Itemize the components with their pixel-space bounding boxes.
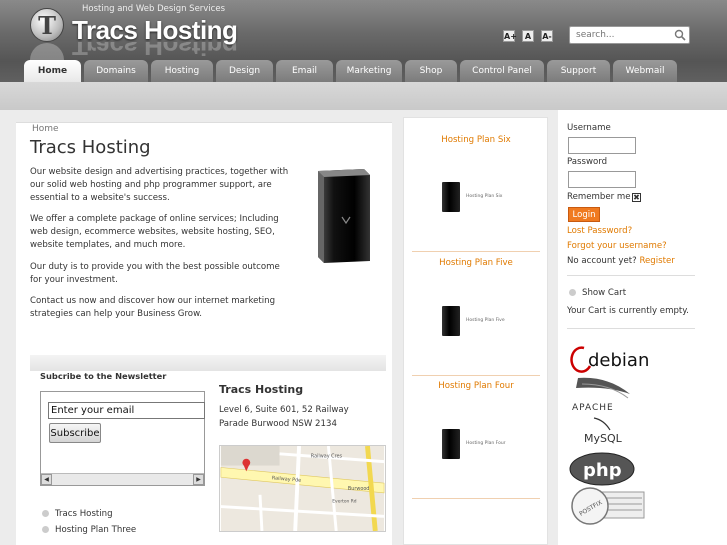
login-button[interactable]: Login: [568, 207, 600, 222]
password-input[interactable]: [568, 171, 636, 188]
intro-paragraph-1: Our website design and advertising pract…: [30, 167, 289, 203]
tab-home[interactable]: Home: [24, 60, 81, 82]
bullet-icon: [42, 526, 49, 533]
newsletter-email-input[interactable]: [48, 402, 205, 419]
password-label: Password: [567, 157, 608, 167]
map-street-label: Everton Rd: [332, 499, 356, 505]
server-icon: [442, 182, 460, 212]
subscribe-button[interactable]: Subscribe: [49, 423, 101, 443]
tab-marketing[interactable]: Marketing: [336, 60, 402, 82]
newsletter-scrollbar[interactable]: ◀ ▶: [41, 473, 204, 485]
svg-text:php: php: [583, 460, 622, 481]
sidebar-divider: [567, 275, 695, 276]
bullet-icon: [569, 289, 576, 296]
remember-me-checkbox[interactable]: ✖: [632, 193, 641, 202]
intro-paragraph-2: We offer a complete package of online se…: [30, 214, 279, 250]
tab-hosting[interactable]: Hosting: [151, 60, 213, 82]
sidebar-divider: [567, 328, 695, 329]
sub-navigation-bar: [0, 82, 727, 110]
plan-five: Hosting Plan Five: [412, 258, 540, 268]
svg-text:APACHE: APACHE: [572, 403, 614, 412]
forgot-username-link[interactable]: Forgot your username?: [567, 241, 667, 251]
map-street-label: Railway Cres: [311, 454, 343, 460]
font-decrease-button[interactable]: A-: [541, 30, 553, 42]
plan-five-link[interactable]: Hosting Plan Five: [412, 258, 540, 268]
font-reset-button[interactable]: A: [522, 30, 534, 42]
tab-design[interactable]: Design: [216, 60, 273, 82]
apache-logo: APACHE: [572, 377, 630, 412]
postfix-logo: POSTFIX: [571, 487, 645, 525]
font-increase-button[interactable]: A+: [503, 30, 517, 42]
site-tagline: Hosting and Web Design Services: [82, 4, 226, 14]
plan-separator: [412, 251, 540, 252]
plan-four-link[interactable]: Hosting Plan Four: [412, 381, 540, 391]
tab-shop[interactable]: Shop: [405, 60, 457, 82]
section-divider: [30, 355, 386, 371]
no-account-text: No account yet? Register: [567, 256, 675, 266]
sidebar-right: Username Password Remember me ✖ Login Lo…: [558, 110, 727, 545]
show-cart-link[interactable]: Show Cart: [569, 288, 626, 298]
cart-status: Your Cart is currently empty.: [567, 306, 689, 316]
bullet-icon: [42, 510, 49, 517]
username-label: Username: [567, 123, 611, 133]
logo-reflection: [30, 43, 64, 61]
list-item-tracs-hosting[interactable]: Tracs Hosting: [42, 509, 113, 519]
plan-six-link[interactable]: Hosting Plan Six: [412, 135, 540, 145]
lost-password-link[interactable]: Lost Password?: [567, 226, 632, 236]
site-header: T Hosting and Web Design Services Tracs …: [0, 0, 727, 82]
search-icon[interactable]: [674, 29, 686, 41]
logo-icon[interactable]: T: [30, 8, 64, 42]
newsletter-title: Subcribe to the Newsletter: [40, 371, 167, 381]
register-link[interactable]: Register: [639, 256, 674, 266]
address-text: Level 6, Suite 601, 52 Railway Parade Bu…: [219, 405, 349, 429]
site-brand-reflection: Tracs Hosting: [72, 42, 238, 60]
list-item-hosting-plan-three[interactable]: Hosting Plan Three: [42, 525, 136, 535]
svg-text:MySQL: MySQL: [584, 432, 623, 445]
map-street-label: Burwood: [348, 486, 370, 492]
scroll-right-icon[interactable]: ▶: [193, 474, 204, 485]
plan-five-image[interactable]: Hosting Plan Five: [442, 306, 512, 342]
plan-separator: [412, 375, 540, 376]
intro-paragraph-4: Contact us now and discover how our inte…: [30, 296, 276, 319]
plan-separator: [412, 498, 540, 499]
intro-paragraph-3: Our duty is to provide you with the best…: [30, 262, 280, 285]
newsletter-box: Subscribe ◀ ▶: [40, 391, 205, 486]
scroll-left-icon[interactable]: ◀: [41, 474, 52, 485]
tab-support[interactable]: Support: [547, 60, 610, 82]
plan-six: Hosting Plan Six: [412, 135, 540, 145]
plan-four: Hosting Plan Four: [412, 381, 540, 391]
username-input[interactable]: [568, 137, 636, 154]
tab-webmail[interactable]: Webmail: [613, 60, 677, 82]
tab-control-panel[interactable]: Control Panel: [460, 60, 544, 82]
breadcrumb[interactable]: Home: [32, 124, 59, 134]
server-icon: [442, 429, 460, 459]
plan-four-image[interactable]: Hosting Plan Four: [442, 429, 512, 465]
tab-email[interactable]: Email: [276, 60, 333, 82]
svg-text:debian: debian: [588, 350, 648, 371]
search-box: [569, 26, 690, 44]
remember-me-label: Remember me: [567, 192, 631, 202]
mysql-logo: MySQL: [584, 417, 623, 445]
main-content: Home Tracs Hosting Our website design an…: [16, 122, 392, 545]
hosting-plans-column: Hosting Plan Six Hosting Plan Six Hostin…: [403, 117, 548, 545]
address-title: Tracs Hosting: [219, 383, 304, 396]
location-map[interactable]: Railway Cres Railway Pde Burwood Everton…: [219, 445, 386, 532]
tab-domains[interactable]: Domains: [84, 60, 148, 82]
server-image: [318, 169, 370, 263]
plan-six-image[interactable]: Hosting Plan Six: [442, 182, 512, 218]
search-input[interactable]: [570, 27, 670, 43]
page-title: Tracs Hosting: [30, 137, 151, 158]
php-logo: php: [569, 452, 635, 486]
server-icon: [442, 306, 460, 336]
